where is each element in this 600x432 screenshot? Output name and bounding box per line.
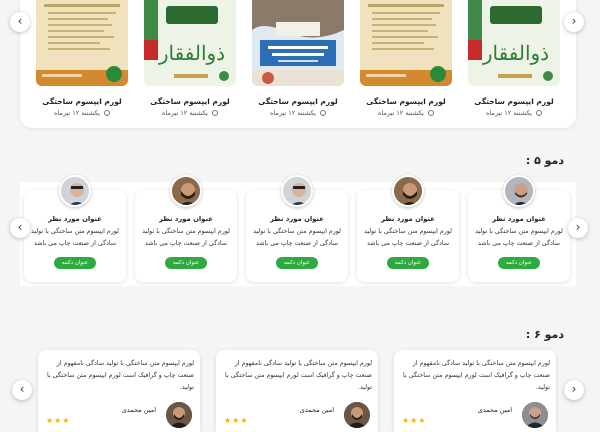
- poster-title: لورم ایپسوم ساختگی: [42, 97, 122, 106]
- avatar: [166, 402, 192, 428]
- poster-card[interactable]: لورم ایپسوم ساختگی یکشنبه ۱۲ تیرماه: [252, 0, 344, 117]
- avatar: [503, 175, 535, 207]
- carousel-prev-button[interactable]: ‹: [10, 12, 30, 32]
- section-heading-demo5: دمو ۵ :: [525, 154, 564, 167]
- chevron-left-icon: ‹: [17, 14, 23, 28]
- profile-card-title: عنوان مورد نظر: [270, 215, 324, 223]
- poster-date: یکشنبه ۱۲ تیرماه: [246, 109, 350, 117]
- profile-card-text: لورم ایپسوم متن ساختگی با تولید سادگی از …: [142, 228, 230, 247]
- carousel-next-button[interactable]: ›: [564, 380, 584, 400]
- profile-card-button[interactable]: عنوان دکمه: [387, 257, 429, 269]
- svg-text:ذوالفقار: ذوالفقار: [482, 41, 549, 65]
- profile-card-text: لورم ایپسوم متن ساختگی با تولید سادگی از …: [475, 228, 563, 247]
- poster-title: لورم ایپسوم ساختگی: [474, 97, 554, 106]
- poster-title: لورم ایپسوم ساختگی: [366, 97, 446, 106]
- poster-date: یکشنبه ۱۲ تیرماه: [354, 109, 458, 117]
- poster-image: [252, 0, 344, 86]
- profile-card-text: لورم ایپسوم متن ساختگی با تولید سادگی از …: [364, 228, 452, 247]
- testimonial-text: لورم ایپسوم متن ساختگی با تولید سادگی نا…: [403, 360, 550, 391]
- testimonial-author: امین محمدی: [121, 406, 156, 414]
- section-heading-demo6: دمو ۶ :: [525, 328, 564, 341]
- poster-date: یکشنبه ۱۲ تیرماه: [462, 109, 566, 117]
- avatar: [170, 175, 202, 207]
- testimonial-text: لورم ایپسوم متن ساختگی با تولید سادگی نا…: [225, 360, 372, 391]
- testimonial-card: لورم ایپسوم متن ساختگی با تولید سادگی نا…: [216, 350, 378, 432]
- poster-image: [360, 0, 452, 86]
- carousel-next-button[interactable]: ›: [568, 218, 588, 238]
- profile-card-title: عنوان مورد نظر: [159, 215, 213, 223]
- avatar: [392, 175, 424, 207]
- testimonial-card: لورم ایپسوم متن ساختگی با تولید سادگی نا…: [394, 350, 556, 432]
- testimonial-author: امین محمدی: [299, 406, 334, 414]
- poster-image: ذوالفقار: [144, 0, 236, 86]
- poster-card[interactable]: ذوالفقار لورم ایپسوم ساختگی یکشنبه ۱۲ تی…: [144, 0, 236, 117]
- rating-stars-icon: ★★★: [224, 416, 249, 425]
- profile-card-button[interactable]: عنوان دکمه: [498, 257, 540, 269]
- carousel-prev-button[interactable]: ‹: [10, 218, 30, 238]
- profile-card-title: عنوان مورد نظر: [381, 215, 435, 223]
- rating-stars-icon: ★★★: [46, 416, 71, 425]
- profile-card-button[interactable]: عنوان دکمه: [54, 257, 96, 269]
- chevron-left-icon: ‹: [19, 382, 25, 396]
- testimonial-text: لورم ایپسوم متن ساختگی با تولید سادگی نا…: [47, 360, 194, 391]
- carousel-prev-button[interactable]: ‹: [12, 380, 32, 400]
- clock-icon: [212, 110, 219, 116]
- poster-card[interactable]: لورم ایپسوم ساختگی یکشنبه ۱۲ تیرماه: [360, 0, 452, 117]
- chevron-right-icon: ›: [571, 14, 577, 28]
- chevron-right-icon: ›: [571, 382, 577, 396]
- clock-icon: [428, 110, 435, 116]
- svg-text:ذوالفقار: ذوالفقار: [158, 41, 225, 65]
- chevron-right-icon: ›: [575, 220, 581, 234]
- clock-icon: [320, 110, 327, 116]
- poster-date: یکشنبه ۱۲ تیرماه: [30, 109, 134, 117]
- profile-card-button[interactable]: عنوان دکمه: [276, 257, 318, 269]
- testimonial-author: امین محمدی: [477, 406, 512, 414]
- profile-card-button[interactable]: عنوان دکمه: [165, 257, 207, 269]
- profile-card-text: لورم ایپسوم متن ساختگی با تولید سادگی از …: [253, 228, 341, 247]
- poster-card[interactable]: لورم ایپسوم ساختگی یکشنبه ۱۲ تیرماه: [36, 0, 128, 117]
- rating-stars-icon: ★★★: [402, 416, 427, 425]
- poster-card[interactable]: ذوالفقار لورم ایپسوم ساختگی یکشنبه ۱۲ تی…: [468, 0, 560, 117]
- testimonial-card: لورم ایپسوم متن ساختگی با تولید سادگی نا…: [38, 350, 200, 432]
- poster-title: لورم ایپسوم ساختگی: [258, 97, 338, 106]
- avatar: [522, 402, 548, 428]
- profile-card-text: لورم ایپسوم متن ساختگی با تولید سادگی از …: [31, 228, 119, 247]
- profile-card-title: عنوان مورد نظر: [492, 215, 546, 223]
- poster-image: [36, 0, 128, 86]
- clock-icon: [104, 110, 111, 116]
- avatar: [281, 175, 313, 207]
- avatar: [59, 175, 91, 207]
- poster-date: یکشنبه ۱۲ تیرماه: [138, 109, 242, 117]
- profile-card-title: عنوان مورد نظر: [48, 215, 102, 223]
- clock-icon: [536, 110, 543, 116]
- chevron-left-icon: ‹: [17, 220, 23, 234]
- avatar: [344, 402, 370, 428]
- poster-image: ذوالفقار: [468, 0, 560, 86]
- carousel-next-button[interactable]: ›: [564, 12, 584, 32]
- poster-title: لورم ایپسوم ساختگی: [150, 97, 230, 106]
